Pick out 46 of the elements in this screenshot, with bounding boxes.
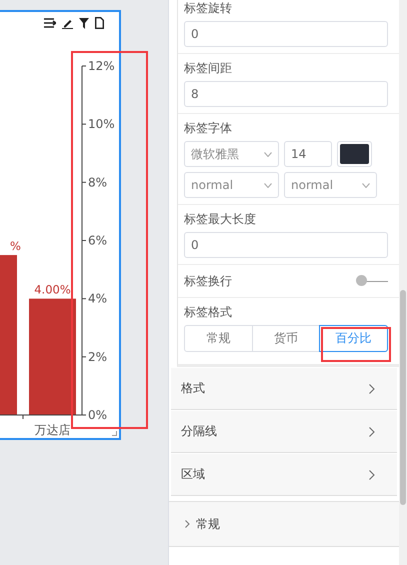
color-swatch[interactable] <box>337 141 372 167</box>
axis-tick-label: 10% <box>88 117 115 132</box>
font-size-field[interactable]: 14 <box>284 141 332 167</box>
input-field[interactable]: 0 <box>184 232 388 258</box>
category-label: 万达店 <box>34 423 70 437</box>
axis-tick-label: 2% <box>88 350 108 364</box>
font-weight-select[interactable]: normal <box>184 172 279 198</box>
chevron-down-icon <box>264 152 272 156</box>
field-label: 标签间距 <box>184 60 233 76</box>
field-label: 标签字体 <box>184 120 233 136</box>
highlight-frame <box>321 327 391 362</box>
segment-button[interactable]: 货币 <box>252 325 320 352</box>
field-label: 标签格式 <box>184 304 233 320</box>
value-label: % <box>10 239 21 254</box>
group-header[interactable]: 常规 <box>169 502 399 547</box>
field-label: 标签换行 <box>184 273 232 289</box>
pencil-icon[interactable] <box>62 18 73 28</box>
scrollbar-thumb[interactable] <box>400 290 406 505</box>
segment-button[interactable]: 百分比 <box>319 325 388 352</box>
sort-icon[interactable] <box>44 18 56 28</box>
segment-button[interactable]: 常规 <box>184 325 253 352</box>
axis-tick-label: 0% <box>88 408 108 422</box>
axis-tick-label: 12% <box>88 59 115 73</box>
document-icon[interactable] <box>95 17 104 29</box>
axis-tick-label: 4% <box>88 292 108 306</box>
collapsible-section[interactable]: 格式 <box>171 368 397 410</box>
field-label: 标签旋转 <box>184 0 233 16</box>
font-family-select[interactable]: 微软雅黑 <box>184 141 279 167</box>
chevron-icon <box>369 470 375 480</box>
filter-icon[interactable] <box>79 18 89 28</box>
toggle-switch[interactable] <box>356 275 388 287</box>
chevron-down-icon <box>264 182 272 188</box>
input-field[interactable]: 8 <box>184 81 388 107</box>
axis-tick-label: 8% <box>88 175 108 190</box>
font-style-select[interactable]: normal <box>284 172 377 198</box>
collapsible-section[interactable]: 区域 <box>171 454 397 496</box>
resize-handle-icon[interactable] <box>112 431 117 436</box>
field-label: 标签最大长度 <box>184 211 257 227</box>
value-label: 4.00% <box>34 282 71 297</box>
chevron-icon <box>369 384 375 394</box>
chevron-icon <box>369 426 375 436</box>
chevron-icon <box>185 520 190 528</box>
axis-tick-label: 6% <box>88 234 108 248</box>
chevron-down-icon <box>362 182 370 188</box>
input-field[interactable]: 0 <box>184 21 388 47</box>
collapsible-section[interactable]: 分隔线 <box>171 411 397 453</box>
